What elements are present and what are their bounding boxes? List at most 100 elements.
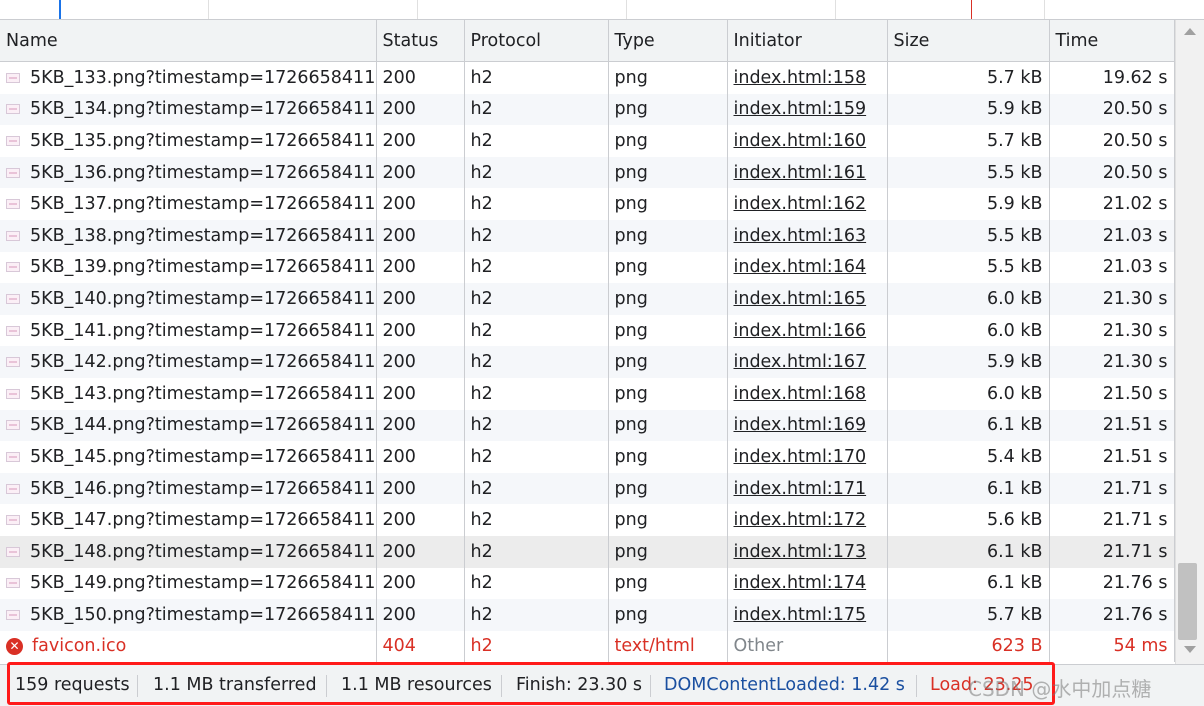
cell-name[interactable]: 5KB_134.png?timestamp=1726658411 — [0, 93, 377, 126]
table-row[interactable]: 5KB_145.png?timestamp=1726658411 200 h2 png… — [0, 441, 1175, 473]
cell-type: png — [608, 219, 728, 252]
initiator-link[interactable]: index.html:159 — [734, 99, 867, 119]
column-header-time[interactable]: Time — [1049, 20, 1175, 62]
table-row[interactable]: 5KB_144.png?timestamp=1726658411 200 h2 png… — [0, 409, 1175, 442]
column-header-status[interactable]: Status — [376, 20, 465, 62]
cell-protocol: h2 — [464, 93, 609, 126]
table-row[interactable]: 5KB_147.png?timestamp=1726658411 200 h2 png… — [0, 504, 1175, 536]
table-row[interactable]: 5KB_142.png?timestamp=1726658411 200 h2 png… — [0, 346, 1175, 378]
table-row[interactable]: 5KB_136.png?timestamp=1726658411 200 h2 png… — [0, 156, 1175, 189]
cell-name[interactable]: 5KB_148.png?timestamp=1726658411 — [0, 535, 377, 568]
cell-type: png — [608, 251, 728, 284]
cell-name[interactable]: 5KB_137.png?timestamp=1726658411 — [0, 188, 377, 220]
cell-size: 6.1 kB — [887, 535, 1050, 568]
request-name: 5KB_144.png?timestamp=1726658411 — [30, 415, 376, 436]
initiator-link[interactable]: index.html:160 — [734, 131, 867, 151]
column-header-size[interactable]: Size — [887, 20, 1050, 62]
network-overview-timeline[interactable] — [0, 0, 1204, 20]
scrollbar-thumb[interactable] — [1178, 563, 1197, 640]
cell-initiator: index.html:174 — [727, 567, 888, 600]
cell-name[interactable]: 5KB_135.png?timestamp=1726658411 — [0, 125, 377, 157]
cell-name[interactable]: 5KB_138.png?timestamp=1726658411 — [0, 219, 377, 252]
initiator-link[interactable]: index.html:166 — [734, 321, 867, 341]
table-row[interactable]: ✕ favicon.ico 404 h2 text/html Other 623 B 54 m… — [0, 630, 1175, 663]
error-circle-icon: ✕ — [6, 637, 23, 655]
request-name: 5KB_134.png?timestamp=1726658411 — [30, 99, 376, 120]
cell-type: png — [608, 346, 728, 378]
column-header-protocol[interactable]: Protocol — [464, 20, 609, 62]
cell-size: 6.0 kB — [887, 314, 1050, 347]
cell-size: 5.4 kB — [887, 441, 1050, 473]
table-row[interactable]: 5KB_134.png?timestamp=1726658411 200 h2 png… — [0, 93, 1175, 126]
initiator-link[interactable]: index.html:161 — [734, 163, 867, 183]
cell-status: 200 — [376, 567, 465, 600]
request-name: 5KB_148.png?timestamp=1726658411 — [30, 541, 376, 562]
initiator-link[interactable]: index.html:165 — [734, 289, 867, 309]
cell-protocol: h2 — [464, 188, 609, 220]
initiator-link[interactable]: index.html:163 — [734, 226, 867, 246]
cell-type: png — [608, 409, 728, 442]
cell-name[interactable]: 5KB_147.png?timestamp=1726658411 — [0, 504, 377, 536]
cell-name[interactable]: 5KB_136.png?timestamp=1726658411 — [0, 156, 377, 189]
initiator-link[interactable]: index.html:175 — [734, 605, 867, 625]
cell-name[interactable]: 5KB_133.png?timestamp=1726658411 — [0, 61, 377, 94]
cell-name[interactable]: 5KB_139.png?timestamp=1726658411 — [0, 251, 377, 284]
cell-status: 200 — [376, 377, 465, 410]
initiator-link[interactable]: index.html:164 — [734, 257, 867, 277]
cell-name[interactable]: 5KB_150.png?timestamp=1726658411 — [0, 599, 377, 631]
request-name: 5KB_140.png?timestamp=1726658411 — [30, 288, 376, 309]
initiator-link[interactable]: index.html:167 — [734, 352, 867, 372]
column-header-type[interactable]: Type — [608, 20, 728, 62]
cell-initiator: index.html:167 — [727, 346, 888, 378]
cell-name[interactable]: 5KB_146.png?timestamp=1726658411 — [0, 472, 377, 505]
cell-name[interactable]: 5KB_149.png?timestamp=1726658411 — [0, 567, 377, 600]
table-row[interactable]: 5KB_135.png?timestamp=1726658411 200 h2 png… — [0, 125, 1175, 157]
table-row[interactable]: 5KB_148.png?timestamp=1726658411 200 h2 png… — [0, 535, 1175, 568]
initiator-link[interactable]: index.html:174 — [734, 573, 867, 593]
table-row[interactable]: 5KB_133.png?timestamp=1726658411 200 h2 png… — [0, 61, 1175, 94]
table-row[interactable]: 5KB_141.png?timestamp=1726658411 200 h2 png… — [0, 314, 1175, 347]
table-row[interactable]: 5KB_137.png?timestamp=1726658411 200 h2 png… — [0, 188, 1175, 220]
cell-type: png — [608, 125, 728, 157]
initiator-link[interactable]: index.html:158 — [734, 68, 867, 88]
initiator-link[interactable]: index.html:171 — [734, 479, 867, 499]
scroll-up-arrow-icon[interactable] — [1184, 28, 1196, 35]
cell-time: 21.02 s — [1049, 188, 1175, 220]
request-name: 5KB_135.png?timestamp=1726658411 — [30, 130, 376, 151]
table-row[interactable]: 5KB_140.png?timestamp=1726658411 200 h2 png… — [0, 283, 1175, 315]
table-row[interactable]: 5KB_138.png?timestamp=1726658411 200 h2 png… — [0, 219, 1175, 252]
table-row[interactable]: 5KB_146.png?timestamp=1726658411 200 h2 png… — [0, 472, 1175, 505]
cell-size: 5.7 kB — [887, 599, 1050, 631]
cell-name[interactable]: 5KB_143.png?timestamp=1726658411 — [0, 377, 377, 410]
column-header-name[interactable]: Name — [0, 20, 377, 62]
cell-name[interactable]: 5KB_144.png?timestamp=1726658411 — [0, 409, 377, 442]
scroll-down-arrow-icon[interactable] — [1184, 646, 1196, 653]
table-row[interactable]: 5KB_139.png?timestamp=1726658411 200 h2 png… — [0, 251, 1175, 284]
cell-initiator: Other — [727, 630, 888, 663]
table-row[interactable]: 5KB_143.png?timestamp=1726658411 200 h2 png… — [0, 377, 1175, 410]
cell-initiator: index.html:163 — [727, 219, 888, 252]
cell-initiator: index.html:162 — [727, 188, 888, 220]
column-header-initiator[interactable]: Initiator — [727, 20, 888, 62]
request-name: 5KB_133.png?timestamp=1726658411 — [30, 67, 376, 88]
cell-size: 6.1 kB — [887, 567, 1050, 600]
cell-name[interactable]: 5KB_140.png?timestamp=1726658411 — [0, 283, 377, 315]
request-name: 5KB_138.png?timestamp=1726658411 — [30, 225, 376, 246]
cell-name[interactable]: ✕ favicon.ico — [0, 630, 377, 663]
initiator-link[interactable]: index.html:172 — [734, 510, 867, 530]
table-row[interactable]: 5KB_150.png?timestamp=1726658411 200 h2 png… — [0, 599, 1175, 631]
cell-size: 6.0 kB — [887, 283, 1050, 315]
initiator-link[interactable]: index.html:173 — [734, 542, 867, 562]
cell-type: png — [608, 283, 728, 315]
overview-gridline — [208, 0, 209, 19]
cell-protocol: h2 — [464, 251, 609, 284]
initiator-link[interactable]: index.html:170 — [734, 447, 867, 467]
cell-name[interactable]: 5KB_142.png?timestamp=1726658411 — [0, 346, 377, 378]
initiator-link[interactable]: index.html:168 — [734, 384, 867, 404]
cell-name[interactable]: 5KB_145.png?timestamp=1726658411 — [0, 441, 377, 473]
initiator-link[interactable]: index.html:169 — [734, 415, 867, 435]
cell-status: 200 — [376, 93, 465, 126]
table-row[interactable]: 5KB_149.png?timestamp=1726658411 200 h2 png… — [0, 567, 1175, 600]
initiator-link[interactable]: index.html:162 — [734, 194, 867, 214]
cell-name[interactable]: 5KB_141.png?timestamp=1726658411 — [0, 314, 377, 347]
